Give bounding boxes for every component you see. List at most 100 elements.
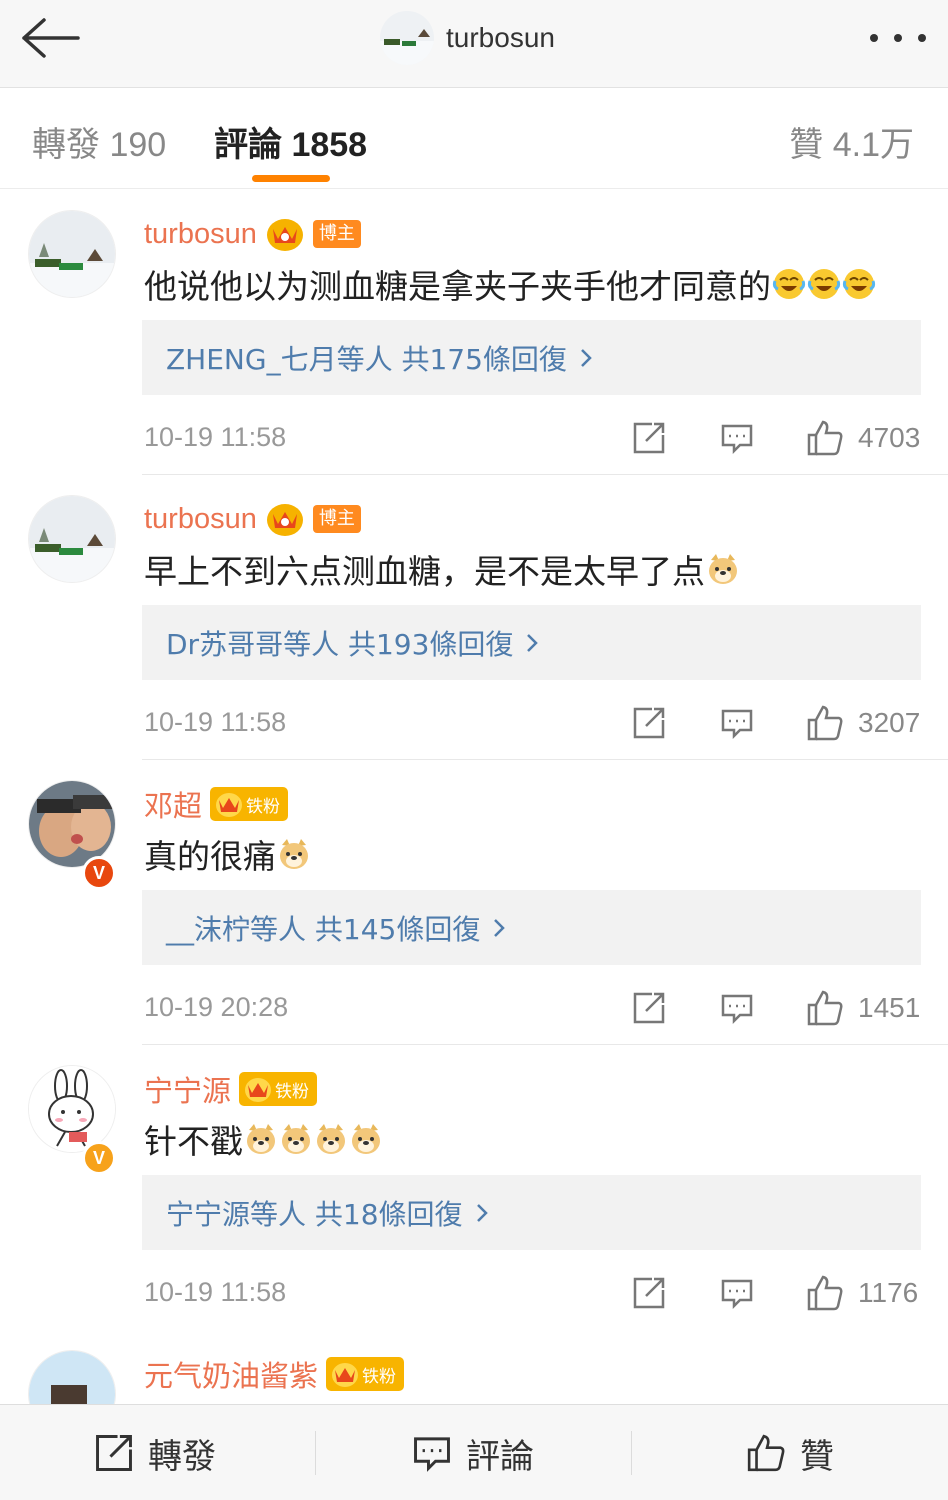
comment-meta: 10-19 11:58 3207 bbox=[144, 703, 920, 743]
comment-text: 真的很痛 bbox=[144, 830, 311, 878]
author-avatar bbox=[380, 11, 434, 65]
bottom-repost-button[interactable]: 轉發 bbox=[94, 1405, 216, 1500]
repost-icon bbox=[633, 992, 665, 1024]
comment-item: V 邓超 铁粉 真的很痛 __沫柠等人 共145條回復 10-19 20:28 bbox=[0, 760, 948, 1045]
thumbs-up-icon bbox=[807, 420, 843, 456]
bottom-like-button[interactable]: 贊 bbox=[746, 1405, 834, 1500]
like-button[interactable]: 1176 bbox=[806, 1273, 918, 1313]
chevron-right-icon bbox=[527, 633, 539, 652]
comment-meta: 10-19 11:58 1176 bbox=[144, 1273, 920, 1313]
comment-text: 针不戳 bbox=[144, 1115, 383, 1163]
timestamp: 10-19 11:58 bbox=[144, 1277, 287, 1307]
more-button[interactable] bbox=[870, 24, 926, 52]
name-row: 元气奶油酱紫 铁粉 bbox=[144, 1352, 405, 1396]
tab-likes[interactable]: 贊 4.1万 bbox=[789, 117, 914, 166]
like-button[interactable]: 1451 bbox=[806, 988, 920, 1028]
crown-icon bbox=[332, 1363, 359, 1387]
laugh-cry-emoji-icon bbox=[772, 269, 806, 299]
post-author[interactable]: turbosun bbox=[380, 10, 555, 66]
separator bbox=[631, 1431, 632, 1475]
crown-icon bbox=[245, 1078, 272, 1102]
dot bbox=[870, 34, 878, 42]
name-row: 宁宁源 铁粉 bbox=[144, 1067, 318, 1111]
thumbs-up-icon bbox=[807, 705, 843, 741]
repost-button[interactable] bbox=[632, 988, 666, 1028]
timestamp: 10-19 11:58 bbox=[144, 422, 287, 452]
comment-body: 早上不到六点测血糖，是不是太早了点 bbox=[144, 552, 705, 591]
crown-icon bbox=[266, 504, 303, 536]
username[interactable]: 元气奶油酱紫 bbox=[144, 1353, 318, 1395]
bottom-comment-button[interactable]: 評論 bbox=[412, 1405, 534, 1500]
user-avatar[interactable] bbox=[28, 780, 116, 868]
comment-text: 他说他以为测血糖是拿夹子夹手他才同意的 bbox=[144, 260, 876, 308]
repost-button[interactable] bbox=[632, 1273, 666, 1313]
doge-emoji-icon bbox=[352, 1124, 380, 1154]
comment-button[interactable] bbox=[720, 703, 754, 743]
fan-badge: 铁粉 bbox=[210, 787, 289, 821]
comment-list: turbosun 博主 他说他以为测血糖是拿夹子夹手他才同意的 ZHENG_七月… bbox=[0, 190, 948, 1420]
fan-badge: 铁粉 bbox=[326, 1357, 405, 1391]
comment-icon bbox=[721, 1279, 753, 1310]
top-bar: turbosun bbox=[0, 0, 948, 88]
like-count: 1451 bbox=[858, 992, 921, 1023]
chevron-right-icon bbox=[494, 918, 506, 937]
verified-badge-icon: V bbox=[82, 856, 116, 890]
reply-summary[interactable]: 宁宁源等人 共18條回復 bbox=[142, 1175, 921, 1250]
verified-badge-icon: V bbox=[82, 1141, 116, 1175]
comment-body: 真的很痛 bbox=[144, 837, 276, 876]
comment-icon bbox=[721, 424, 753, 455]
comment-button[interactable] bbox=[720, 418, 754, 458]
user-avatar[interactable] bbox=[28, 1065, 116, 1153]
repost-button[interactable] bbox=[632, 418, 666, 458]
reply-summary[interactable]: Dr苏哥哥等人 共193條回復 bbox=[142, 605, 921, 680]
timestamp: 10-19 11:58 bbox=[144, 707, 287, 737]
chevron-right-icon bbox=[581, 348, 592, 367]
laugh-cry-emoji-icon bbox=[842, 269, 876, 299]
separator bbox=[315, 1431, 316, 1475]
repost-icon bbox=[633, 422, 665, 454]
username[interactable]: 邓超 bbox=[144, 783, 202, 825]
repost-button[interactable] bbox=[632, 703, 666, 743]
bottom-action-bar: 轉發 評論 贊 bbox=[0, 1404, 948, 1500]
reply-summary[interactable]: __沫柠等人 共145條回復 bbox=[142, 890, 921, 965]
repost-icon bbox=[633, 1277, 665, 1309]
bottom-repost-label: 轉發 bbox=[148, 1436, 216, 1477]
like-count: 3207 bbox=[858, 707, 921, 738]
user-avatar[interactable] bbox=[28, 495, 116, 583]
username[interactable]: 宁宁源 bbox=[144, 1068, 231, 1110]
reply-summary-text: ZHENG_七月等人 共175條回復 bbox=[166, 342, 567, 376]
comment-button[interactable] bbox=[720, 988, 754, 1028]
username[interactable]: turbosun bbox=[144, 218, 257, 251]
user-avatar[interactable] bbox=[28, 210, 116, 298]
fan-badge-label: 铁粉 bbox=[275, 1081, 310, 1102]
tab-repost[interactable]: 轉發 190 bbox=[32, 117, 166, 166]
comment-button[interactable] bbox=[720, 1273, 754, 1313]
arrow-left-icon bbox=[22, 18, 80, 58]
comment-icon bbox=[414, 1437, 450, 1472]
name-row: turbosun 博主 bbox=[144, 497, 361, 541]
doge-emoji-icon bbox=[709, 554, 737, 584]
back-button[interactable] bbox=[20, 16, 80, 60]
crown-icon bbox=[266, 219, 303, 251]
doge-emoji-icon bbox=[280, 839, 308, 869]
header-title: turbosun bbox=[446, 22, 555, 53]
thumbs-up-icon bbox=[807, 1275, 843, 1311]
like-button[interactable]: 3207 bbox=[806, 703, 920, 743]
reply-summary[interactable]: ZHENG_七月等人 共175條回復 bbox=[142, 320, 921, 395]
active-tab-indicator bbox=[252, 175, 330, 182]
crown-icon bbox=[216, 793, 243, 817]
comment-item: turbosun 博主 早上不到六点测血糖，是不是太早了点 Dr苏哥哥等人 共1… bbox=[0, 475, 948, 760]
tab-comments[interactable]: 評論 1858 bbox=[214, 117, 367, 166]
reply-summary-text: __沫柠等人 共145條回復 bbox=[166, 912, 481, 946]
comment-item: V 宁宁源 铁粉 针不戳 宁宁源等人 共18條回復 10-19 11:58 11… bbox=[0, 1045, 948, 1330]
like-button[interactable]: 4703 bbox=[806, 418, 920, 458]
thumbs-up-icon bbox=[807, 990, 843, 1026]
bottom-comment-label: 評論 bbox=[466, 1436, 534, 1477]
thumbs-up-icon bbox=[747, 1434, 785, 1472]
chevron-right-icon bbox=[476, 1203, 488, 1222]
fan-badge-label: 铁粉 bbox=[246, 796, 281, 817]
username[interactable]: turbosun bbox=[144, 503, 257, 536]
laugh-cry-emoji-icon bbox=[807, 269, 841, 299]
bottom-like-label: 贊 bbox=[800, 1436, 834, 1477]
name-row: 邓超 铁粉 bbox=[144, 782, 289, 826]
